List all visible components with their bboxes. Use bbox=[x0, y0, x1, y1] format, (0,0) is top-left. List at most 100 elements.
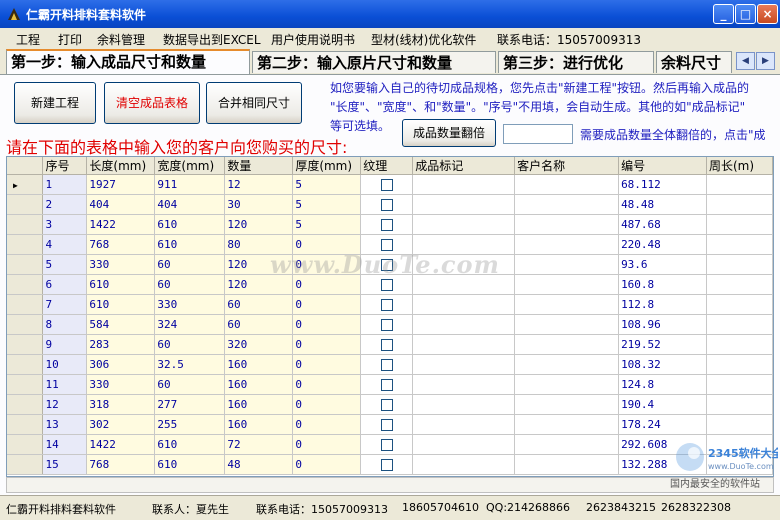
cell-grain[interactable] bbox=[360, 354, 414, 375]
cell-customer[interactable] bbox=[514, 294, 620, 315]
column-header[interactable]: 纹理 bbox=[360, 157, 414, 175]
cell-quantity[interactable]: 30 bbox=[224, 194, 294, 215]
row-selector[interactable] bbox=[7, 194, 44, 215]
cell-mark[interactable] bbox=[412, 354, 516, 375]
cell-thickness[interactable]: 0 bbox=[292, 294, 362, 315]
cell-width[interactable]: 60 bbox=[154, 274, 226, 295]
cell-mark[interactable] bbox=[412, 454, 516, 475]
cell-width[interactable]: 60 bbox=[154, 334, 226, 355]
grain-checkbox[interactable] bbox=[380, 279, 393, 291]
cell-seq[interactable]: 6 bbox=[42, 274, 88, 295]
column-header[interactable]: 成品标记 bbox=[412, 157, 516, 175]
cell-customer[interactable] bbox=[514, 274, 620, 295]
cell-thickness[interactable]: 5 bbox=[292, 174, 362, 195]
cell-customer[interactable] bbox=[514, 374, 620, 395]
menu-remnant[interactable]: 余料管理 bbox=[97, 31, 145, 48]
row-selector[interactable] bbox=[7, 334, 44, 355]
cell-perimeter[interactable] bbox=[706, 394, 773, 415]
cell-customer[interactable] bbox=[514, 334, 620, 355]
cell-seq[interactable]: 11 bbox=[42, 374, 88, 395]
cell-mark[interactable] bbox=[412, 314, 516, 335]
tab-step1[interactable]: 第一步：输入成品尺寸和数量 bbox=[6, 49, 250, 74]
grain-checkbox[interactable] bbox=[380, 379, 393, 391]
cell-perimeter[interactable] bbox=[706, 374, 773, 395]
cell-width[interactable]: 610 bbox=[154, 454, 226, 475]
cell-quantity[interactable]: 72 bbox=[224, 434, 294, 455]
cell-grain[interactable] bbox=[360, 374, 414, 395]
row-selector[interactable] bbox=[7, 394, 44, 415]
cell-quantity[interactable]: 48 bbox=[224, 454, 294, 475]
cell-mark[interactable] bbox=[412, 394, 516, 415]
cell-mark[interactable] bbox=[412, 374, 516, 395]
menu-profile-software[interactable]: 型材(线材)优化软件 bbox=[371, 31, 476, 48]
cell-seq[interactable]: 2 bbox=[42, 194, 88, 215]
cell-quantity[interactable]: 320 bbox=[224, 334, 294, 355]
cell-width[interactable]: 610 bbox=[154, 234, 226, 255]
cell-quantity[interactable]: 120 bbox=[224, 214, 294, 235]
cell-width[interactable]: 610 bbox=[154, 214, 226, 235]
cell-length[interactable]: 1422 bbox=[86, 214, 156, 235]
cell-mark[interactable] bbox=[412, 294, 516, 315]
clear-table-button[interactable]: 清空成品表格 bbox=[104, 82, 200, 124]
cell-grain[interactable] bbox=[360, 314, 414, 335]
row-selector[interactable] bbox=[7, 374, 44, 395]
minimize-button[interactable]: _ bbox=[713, 4, 734, 24]
cell-thickness[interactable]: 0 bbox=[292, 414, 362, 435]
cell-perimeter[interactable] bbox=[706, 194, 773, 215]
cell-customer[interactable] bbox=[514, 354, 620, 375]
tab-scroll-right-button[interactable]: ▶ bbox=[756, 52, 775, 70]
cell-grain[interactable] bbox=[360, 414, 414, 435]
cell-seq[interactable]: 9 bbox=[42, 334, 88, 355]
grain-checkbox[interactable] bbox=[380, 459, 393, 471]
cell-perimeter[interactable] bbox=[706, 234, 773, 255]
cell-width[interactable]: 255 bbox=[154, 414, 226, 435]
cell-customer[interactable] bbox=[514, 314, 620, 335]
cell-length[interactable]: 318 bbox=[86, 394, 156, 415]
cell-code[interactable]: 112.8 bbox=[618, 294, 707, 315]
column-header[interactable]: 序号 bbox=[42, 157, 88, 175]
cell-width[interactable]: 330 bbox=[154, 294, 226, 315]
cell-seq[interactable]: 1 bbox=[42, 174, 88, 195]
grain-checkbox[interactable] bbox=[380, 359, 393, 371]
tab-remnant[interactable]: 余料尺寸 bbox=[656, 51, 732, 73]
tab-step2[interactable]: 第二步：输入原片尺寸和数量 bbox=[252, 51, 496, 73]
close-button[interactable]: × bbox=[757, 4, 778, 24]
cell-customer[interactable] bbox=[514, 254, 620, 275]
cell-seq[interactable]: 14 bbox=[42, 434, 88, 455]
cell-code[interactable]: 487.68 bbox=[618, 214, 707, 235]
cell-quantity[interactable]: 160 bbox=[224, 414, 294, 435]
cell-quantity[interactable]: 60 bbox=[224, 314, 294, 335]
cell-thickness[interactable]: 0 bbox=[292, 394, 362, 415]
cell-grain[interactable] bbox=[360, 334, 414, 355]
row-selector[interactable] bbox=[7, 414, 44, 435]
table-row[interactable]: 3 1422 610 120 5 487.68 bbox=[7, 214, 773, 235]
tab-step3[interactable]: 第三步：进行优化 bbox=[498, 51, 654, 73]
row-selector[interactable]: ▶ bbox=[7, 174, 44, 195]
cell-perimeter[interactable] bbox=[706, 274, 773, 295]
grain-checkbox[interactable] bbox=[380, 319, 393, 331]
cell-code[interactable]: 219.52 bbox=[618, 334, 707, 355]
cell-width[interactable]: 324 bbox=[154, 314, 226, 335]
cell-thickness[interactable]: 0 bbox=[292, 454, 362, 475]
cell-length[interactable]: 283 bbox=[86, 334, 156, 355]
cell-length[interactable]: 610 bbox=[86, 294, 156, 315]
product-grid[interactable]: 序号 长度(mm) 宽度(mm) 数量 厚度(mm) 纹理 成品标记 客户名称 … bbox=[6, 156, 774, 477]
cell-seq[interactable]: 4 bbox=[42, 234, 88, 255]
merge-sizes-button[interactable]: 合并相同尺寸 bbox=[206, 82, 302, 124]
cell-grain[interactable] bbox=[360, 454, 414, 475]
cell-seq[interactable]: 10 bbox=[42, 354, 88, 375]
column-header[interactable]: 数量 bbox=[224, 157, 294, 175]
column-header[interactable]: 周长(m) bbox=[706, 157, 773, 175]
cell-seq[interactable]: 7 bbox=[42, 294, 88, 315]
cell-width[interactable]: 60 bbox=[154, 254, 226, 275]
menu-contact-phone[interactable]: 联系电话：15057009313 bbox=[497, 31, 641, 48]
table-row[interactable]: 12 318 277 160 0 190.4 bbox=[7, 394, 773, 415]
column-header[interactable]: 编号 bbox=[618, 157, 707, 175]
cell-length[interactable]: 768 bbox=[86, 454, 156, 475]
grain-checkbox[interactable] bbox=[380, 199, 393, 211]
tab-scroll-left-button[interactable]: ◀ bbox=[736, 52, 755, 70]
cell-thickness[interactable]: 5 bbox=[292, 214, 362, 235]
row-selector[interactable] bbox=[7, 314, 44, 335]
row-selector[interactable] bbox=[7, 454, 44, 475]
cell-length[interactable]: 1422 bbox=[86, 434, 156, 455]
